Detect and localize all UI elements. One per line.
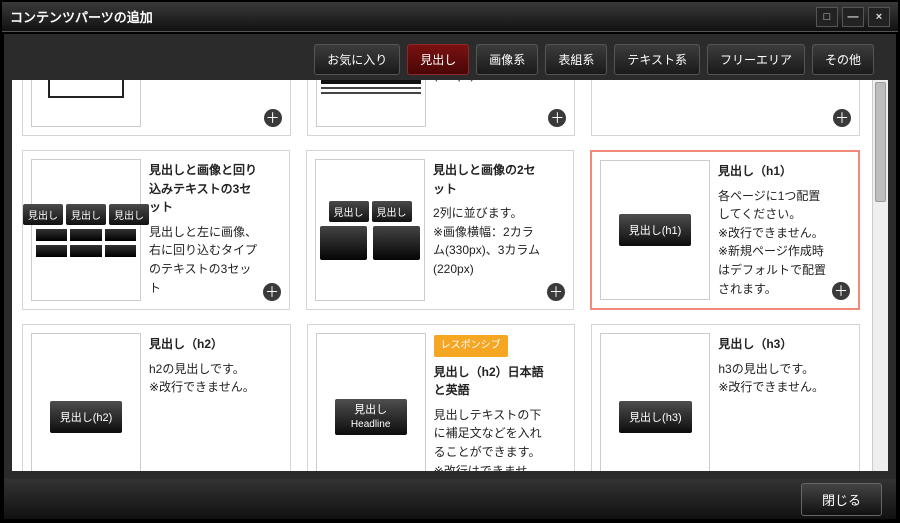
vertical-scrollbar[interactable] [872,80,888,471]
card-thumbnail: 見出し 見出し [315,159,425,301]
minimize-button[interactable]: — [842,7,864,27]
card-body: h2の見出しです。 ※改行できません。 [149,360,260,397]
card-thumbnail: 見出し(h2) [31,333,141,471]
window-title: コンテンツパーツの追加 [10,7,153,26]
dialog-body: お気に入り 見出し 画像系 表組系 テキスト系 フリーエリア その他 応していま… [4,34,896,479]
card-body: 見出しと左に画像、右に回り込むタイプのテキストの3セット [149,223,259,297]
responsive-badge: レスポンシブ [434,335,508,357]
heading-preview: 見出し(h3) [619,401,692,433]
part-card[interactable]: 込むタイプのテキストの2セット ＋ [591,80,860,136]
card-title: 見出し（h2）日本語と英語 [434,363,545,400]
heading-preview: 見出し(h2) [50,401,123,433]
part-card[interactable]: 見出し 見出し 見出しと画像の2セット 2列に並びます。 ※画像横幅：2カラム(… [306,150,574,310]
heading-preview: 見出し Headline [335,399,407,434]
add-icon[interactable]: ＋ [263,283,281,301]
card-thumbnail: 見出し(h3) [600,333,710,471]
tab-text[interactable]: テキスト系 [614,44,700,75]
parts-grid: 応しています。 ＋ ※画像横幅：2カラム(330px)、3カラム(220px) … [12,80,870,471]
part-card-selected[interactable]: 見出し(h1) 見出し（h1） 各ページに1つ配置してください。 ※改行できませ… [590,150,860,310]
parts-row: 見出し(h2) 見出し（h2） h2の見出しです。 ※改行できません。 ＋ 見出… [22,324,860,471]
dialog-frame: コンテンツパーツの追加 □ — × お気に入り 見出し 画像系 表組系 テキスト… [0,0,900,523]
card-body: h3の見出しです。 ※改行できません。 [718,360,829,397]
add-icon[interactable]: ＋ [547,283,565,301]
part-card[interactable]: 見出し(h3) 見出し（h3） h3の見出しです。 ※改行できません。 ＋ [591,324,860,471]
part-card[interactable]: 応しています。 ＋ [22,80,291,136]
card-title: 見出しと画像の2セット [433,161,543,198]
card-thumbnail [31,80,141,127]
tab-headings[interactable]: 見出し [407,44,469,75]
card-thumbnail [316,80,426,127]
card-body: 見出しテキストの下に補足文などを入れることができます。 ※改行はできません。 [434,406,545,471]
card-body: 各ページに1つ配置してください。 ※改行できません。 ※新規ページ作成時はデフォ… [718,187,828,299]
part-card[interactable]: 見出し Headline レスポンシブ 見出し（h2）日本語と英語 見出しテキス… [307,324,576,471]
add-icon[interactable]: ＋ [832,282,850,300]
part-card[interactable]: 見出し(h2) 見出し（h2） h2の見出しです。 ※改行できません。 ＋ [22,324,291,471]
add-icon[interactable]: ＋ [548,109,566,127]
maximize-button[interactable]: □ [816,7,838,27]
tab-tables[interactable]: 表組系 [545,44,607,75]
card-body: 2列に並びます。 ※画像横幅：2カラム(330px)、3カラム(220px) [433,204,543,278]
close-button[interactable]: 閉じる [801,483,882,516]
tab-other[interactable]: その他 [812,44,874,75]
category-tabs: お気に入り 見出し 画像系 表組系 テキスト系 フリーエリア その他 [314,44,874,75]
card-thumbnail: 見出し(h1) [600,160,710,300]
card-title: 見出し（h3） [718,335,829,354]
title-bar: コンテンツパーツの追加 □ — × [2,2,898,32]
card-title: 見出し（h1） [718,162,828,181]
card-title: 見出しと画像と回り込みテキストの3セット [149,161,259,217]
tab-images[interactable]: 画像系 [476,44,538,75]
card-body: ※画像横幅：2カラム(330px)、3カラム(220px) [434,80,545,85]
card-thumbnail: 見出し Headline [316,333,426,471]
card-thumbnail: 見出し 見出し 見出し [31,159,141,301]
parts-row: 見出し 見出し 見出し 見出しと画像と回り込みテキストの3セット 見出しと左に画… [22,150,860,310]
scrollbar-thumb[interactable] [875,82,886,202]
parts-row: 応しています。 ＋ ※画像横幅：2カラム(330px)、3カラム(220px) … [22,80,860,136]
dialog-footer: 閉じる [4,479,896,519]
tab-favorites[interactable]: お気に入り [314,44,400,75]
part-card[interactable]: ※画像横幅：2カラム(330px)、3カラム(220px) ＋ [307,80,576,136]
add-icon[interactable]: ＋ [264,109,282,127]
card-title: 見出し（h2） [149,335,260,354]
card-thumbnail [600,80,710,127]
add-icon[interactable]: ＋ [833,109,851,127]
close-window-button[interactable]: × [868,7,890,27]
part-card[interactable]: 見出し 見出し 見出し 見出しと画像と回り込みテキストの3セット 見出しと左に画… [22,150,290,310]
parts-scrollpane: 応しています。 ＋ ※画像横幅：2カラム(330px)、3カラム(220px) … [12,80,888,471]
tab-freearea[interactable]: フリーエリア [707,44,805,75]
heading-preview: 見出し(h1) [619,214,692,246]
